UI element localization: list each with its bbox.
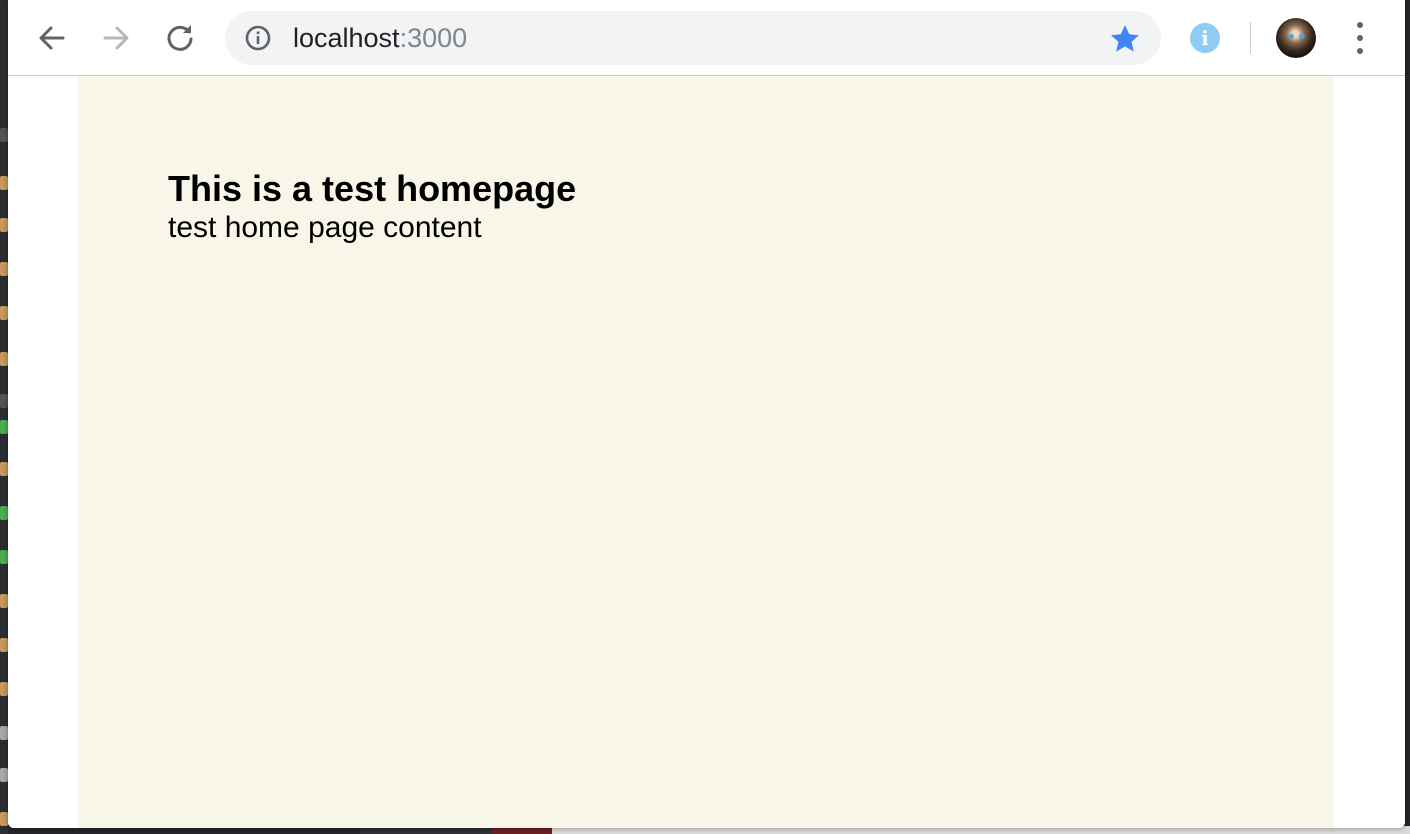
address-url[interactable]: localhost:3000 xyxy=(293,23,467,53)
extension-glyph: i xyxy=(1201,26,1209,50)
toolbar-divider xyxy=(1250,22,1251,54)
url-host: localhost xyxy=(293,23,400,53)
info-circle-icon[interactable] xyxy=(245,25,271,51)
forward-button[interactable] xyxy=(96,18,136,58)
back-button[interactable] xyxy=(32,18,72,58)
star-icon[interactable] xyxy=(1109,23,1141,55)
page-viewport: This is a test homepage test home page c… xyxy=(8,76,1405,828)
editor-gutter xyxy=(0,0,8,834)
page-content: test home page content xyxy=(168,211,482,244)
arrow-right-icon xyxy=(103,26,129,50)
url-port: :3000 xyxy=(399,23,468,53)
reload-icon xyxy=(167,25,193,51)
reload-button[interactable] xyxy=(160,18,200,58)
extension-info-icon[interactable]: i xyxy=(1190,23,1220,53)
address-bar[interactable]: localhost:3000 xyxy=(225,11,1161,65)
page-container: This is a test homepage test home page c… xyxy=(78,76,1334,828)
page-heading: This is a test homepage xyxy=(168,168,577,209)
kebab-menu-icon[interactable] xyxy=(1346,20,1374,56)
profile-avatar[interactable] xyxy=(1276,18,1316,58)
browser-window: localhost:3000 i This is a test homepage… xyxy=(8,0,1405,828)
arrow-left-icon xyxy=(39,26,65,50)
browser-toolbar: localhost:3000 i xyxy=(8,0,1405,76)
